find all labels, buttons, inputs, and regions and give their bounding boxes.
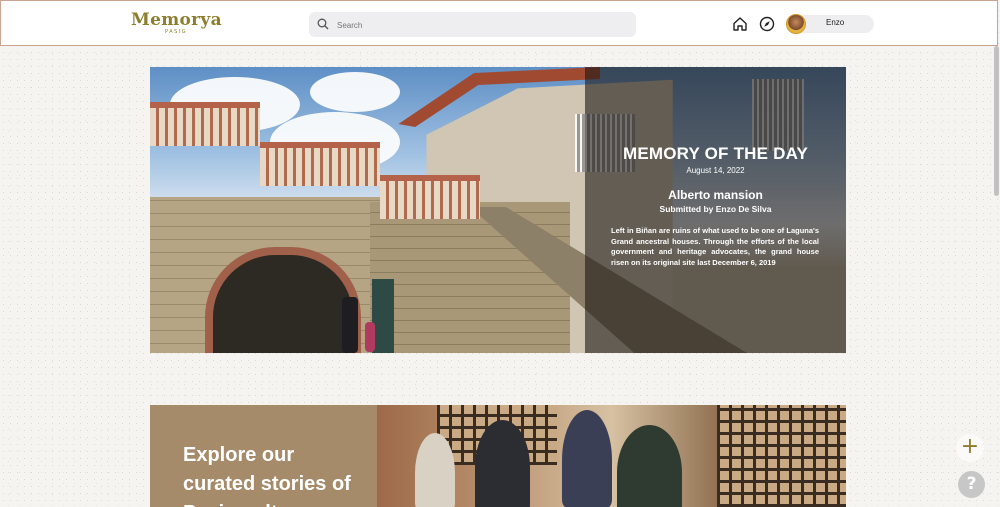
photo-railing	[150, 102, 260, 146]
add-memory-button[interactable]: +	[956, 434, 984, 462]
search-bar[interactable]	[309, 12, 636, 37]
photo-person	[365, 322, 375, 352]
photo-lattice	[717, 405, 846, 507]
logo-subtext: PASIG	[165, 29, 188, 35]
photo-railing	[260, 142, 380, 186]
avatar	[786, 14, 806, 34]
memory-of-the-day-card[interactable]: MEMORY OF THE DAY August 14, 2022 Albert…	[150, 67, 846, 353]
photo-wall	[370, 202, 570, 353]
compass-icon[interactable]	[759, 16, 775, 32]
logo[interactable]: Memorya PASIG	[131, 10, 222, 38]
explore-heading: Explore our curated stories of Pasig cul…	[183, 444, 351, 507]
hero-date: August 14, 2022	[686, 166, 745, 175]
photo-cloud	[310, 72, 400, 112]
user-name: Enzo	[826, 18, 845, 27]
memory-name: Alberto mansion	[668, 188, 763, 202]
explore-stories-section[interactable]: Explore our curated stories of Pasig cul…	[150, 405, 846, 507]
photo-door	[372, 279, 394, 353]
photo-person	[415, 433, 455, 507]
explore-photo	[377, 405, 846, 507]
top-navigation-bar: Memorya PASIG Enzo	[0, 0, 998, 46]
logo-text: Memorya	[131, 10, 222, 30]
help-button[interactable]: ?	[958, 471, 985, 498]
photo-person	[562, 410, 612, 507]
memory-description: Left in Biñan are ruins of what used to …	[611, 226, 819, 267]
search-icon	[317, 18, 329, 30]
search-input[interactable]	[335, 16, 629, 35]
submitted-by: Submitted by Enzo De Silva	[659, 204, 772, 214]
home-icon[interactable]	[732, 16, 748, 32]
user-profile-button[interactable]: Enzo	[786, 14, 874, 34]
hero-title: MEMORY OF THE DAY	[622, 144, 809, 163]
scrollbar-thumb[interactable]	[994, 46, 999, 196]
page-scrollbar[interactable]	[993, 46, 1000, 507]
photo-person	[342, 297, 358, 353]
photo-person	[475, 420, 530, 507]
photo-railing	[380, 175, 480, 219]
photo-person	[617, 425, 682, 507]
explore-panel: Explore our curated stories of Pasig cul…	[150, 405, 377, 507]
